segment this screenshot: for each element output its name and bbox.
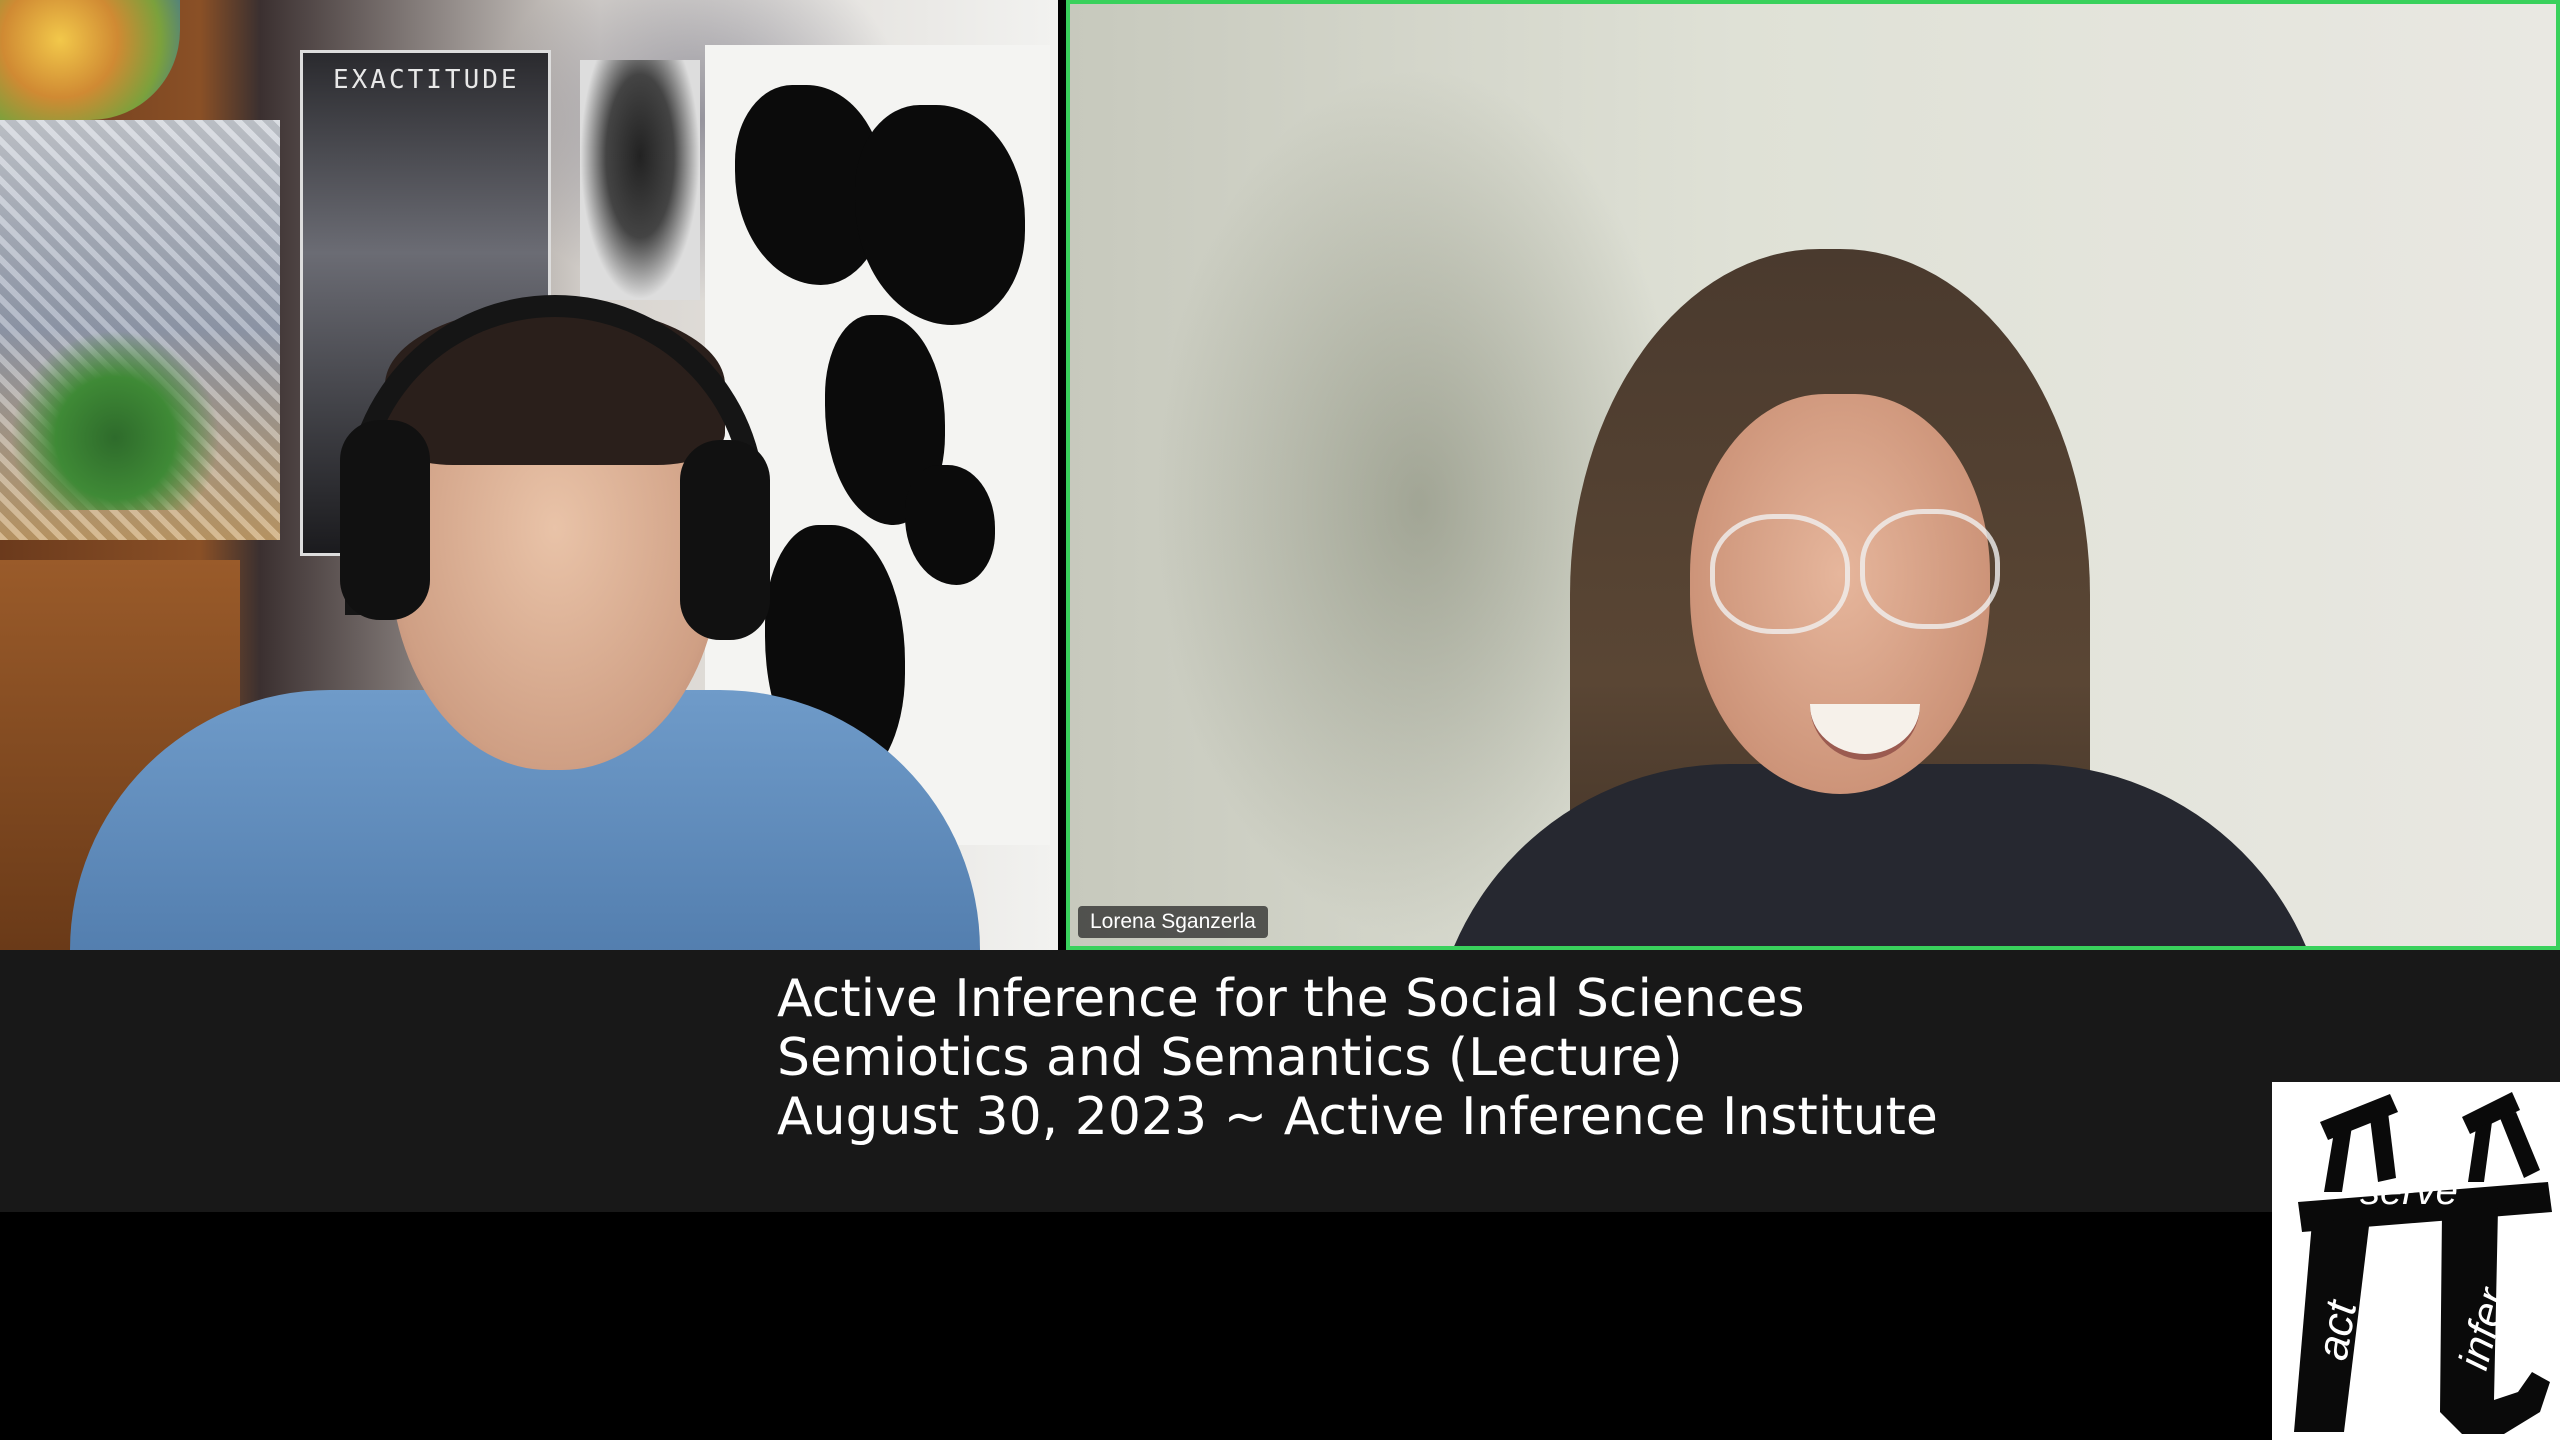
caption-band: Active Inference for the Social Sciences… <box>0 950 2560 1212</box>
caption-text: Active Inference for the Social Sciences… <box>777 970 1938 1147</box>
glasses-lens-right <box>1860 509 2000 629</box>
caption-line-date: August 30, 2023 ~ Active Inference Insti… <box>777 1087 1938 1147</box>
logo-word-serve: serve <box>2360 1169 2458 1213</box>
wall-art-drawing <box>580 60 700 300</box>
pi-logo-icon: serve act infer <box>2294 1092 2552 1434</box>
video-tile-left[interactable]: EXACTITUDE <box>0 0 1058 950</box>
video-tile-right[interactable]: Lorena Sganzerla <box>1066 0 2560 950</box>
logo-word-act: act <box>2308 1296 2367 1364</box>
headphone-cup-right <box>680 440 770 640</box>
wall-art-mandala <box>0 0 180 120</box>
caption-line-subtitle: Semiotics and Semantics (Lecture) <box>777 1028 1683 1088</box>
participant-name-tag: Lorena Sganzerla <box>1078 906 1268 938</box>
plant <box>10 330 220 510</box>
caption-line-title: Active Inference for the Social Sciences <box>777 969 1805 1029</box>
glasses-lens-left <box>1710 514 1850 634</box>
participant-right-shirt <box>1430 764 2330 946</box>
institute-logo: serve act infer <box>2272 1082 2560 1440</box>
poster-text: EXACTITUDE <box>333 65 520 95</box>
headphone-cup-left <box>340 420 430 620</box>
